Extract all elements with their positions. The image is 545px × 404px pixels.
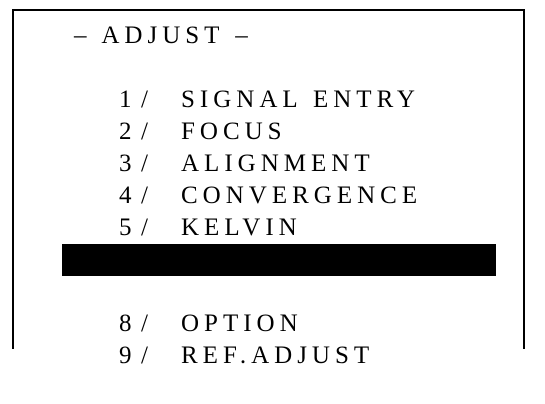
menu-item-label: CONVERGENCE (181, 182, 423, 209)
menu-item-separator: / (141, 182, 148, 209)
menu-item-separator: / (141, 342, 148, 369)
menu-item-signal-entry[interactable]: 1 / SIGNAL ENTRY (62, 52, 496, 113)
menu-item-number: 9 (119, 342, 132, 369)
adjust-menu: – ADJUST – 1 / SIGNAL ENTRY 2 / FOCUS 3 / ALIG… (62, 20, 496, 369)
menu-item-separator: / (141, 310, 148, 337)
menu-item-label: PASSCODE (181, 278, 347, 305)
menu-item-number: 4 (119, 182, 132, 209)
menu-item-separator: / (141, 86, 148, 113)
menu-item-separator: / (141, 118, 148, 145)
menu-item-separator: / (141, 278, 148, 305)
menu-item-label: SIGNAL ENTRY (181, 86, 420, 113)
menu-item-number: 6 (119, 246, 132, 273)
menu-item-label: OPTION (181, 310, 303, 337)
menu-item-number: 5 (119, 214, 132, 241)
menu-item-number: 2 (119, 118, 132, 145)
menu-item-number: 8 (119, 310, 132, 337)
menu-item-label: ALIGNMENT (181, 150, 375, 177)
menu-title: – ADJUST – (74, 22, 253, 49)
menu-item-label: REF.ADJUST (181, 342, 375, 369)
menu-item-number: 3 (119, 150, 132, 177)
menu-item-label: KELVIN (181, 214, 302, 241)
menu-item-label: FOCUS (181, 118, 287, 145)
menu-item-number: 1 (119, 86, 132, 113)
menu-item-label: R,G,B GAIN (181, 246, 364, 273)
menu-item-separator: / (141, 214, 148, 241)
menu-item-separator: / (141, 246, 148, 273)
menu-item-separator: / (141, 150, 148, 177)
menu-item-number: 7 (119, 278, 132, 305)
